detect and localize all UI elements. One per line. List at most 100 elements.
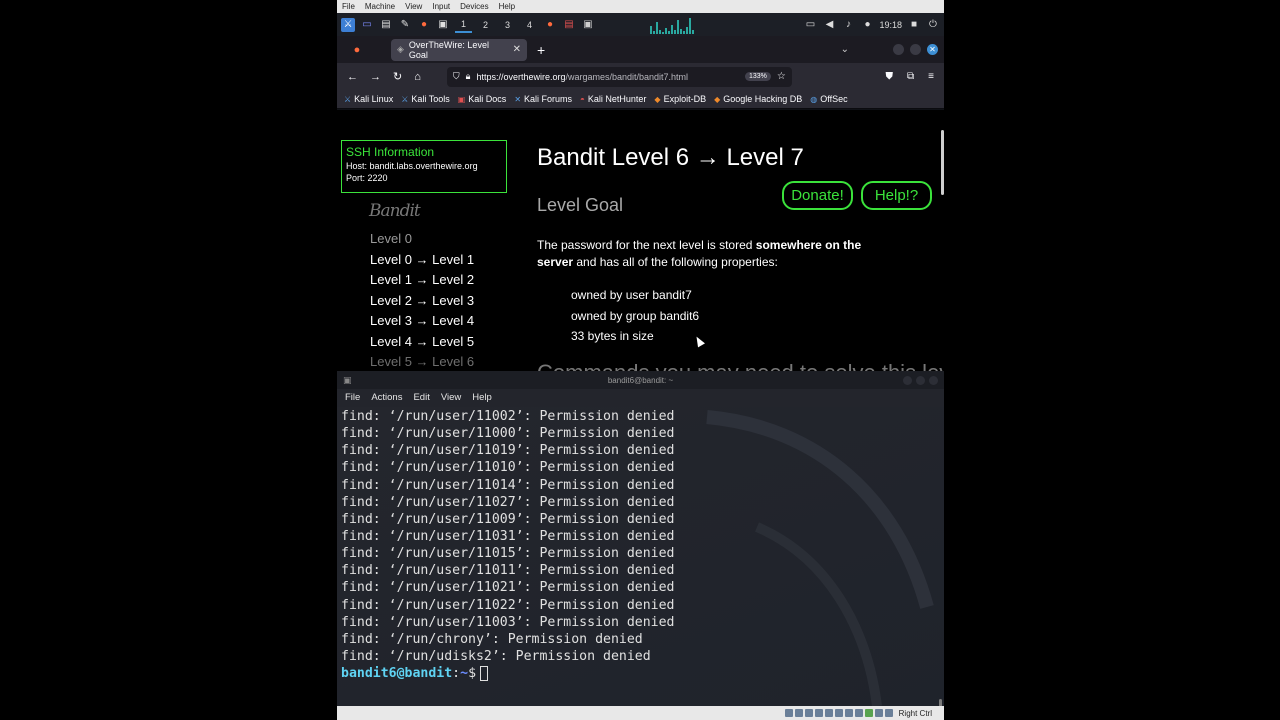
prompt-separator: : — [452, 666, 461, 682]
terminal-menu-file[interactable]: File — [345, 392, 360, 403]
url-host: https://overthewire.org — [476, 71, 566, 82]
next-section-heading: Commands you may need to solve this leve… — [537, 360, 944, 371]
bookmark-kali-forums[interactable]: ✕ Kali Forums — [514, 94, 572, 104]
app-menu-icon[interactable]: ≡ — [928, 71, 934, 82]
level-link[interactable]: Level 0 — [370, 229, 474, 250]
level-link[interactable]: Level 4 → Level 5 — [370, 332, 474, 353]
donate-button[interactable]: Donate! — [782, 181, 853, 210]
tab-overthewire[interactable]: ◈ OverTheWire: Level Goal ✕ — [391, 38, 527, 61]
terminal-icon[interactable]: ▣ — [436, 18, 450, 32]
mouse-integration-icon[interactable] — [874, 709, 883, 717]
page-scrollbar[interactable] — [941, 130, 944, 195]
recording-status-icon[interactable] — [854, 709, 863, 717]
bandit-logo[interactable]: Bandit — [369, 201, 421, 221]
power-icon[interactable]: ⏻ — [926, 18, 940, 32]
tracking-shield-icon[interactable]: ⛉ — [453, 71, 460, 82]
url-bar[interactable]: ⛉ 🔒︎ https://overthewire.org/wargames/ba… — [446, 66, 792, 87]
terminal-prompt-line[interactable]: bandit6@bandit:~$ — [341, 665, 944, 682]
browser-nav-bar: ← → ↻ ⌂ ⛉ 🔒︎ https://overthewire.org/war… — [337, 63, 944, 90]
network-status-icon[interactable] — [814, 709, 823, 717]
notification-bell-icon[interactable]: ♪ — [841, 18, 855, 32]
bookmark-kali-tools[interactable]: ⚔ Kali Tools — [401, 94, 450, 104]
cpu-status-icon[interactable] — [864, 709, 873, 717]
workspace-3[interactable]: 3 — [499, 18, 516, 32]
usb-status-icon[interactable] — [824, 709, 833, 717]
close-window-button[interactable]: ✕ — [927, 44, 938, 55]
ssh-info-box: SSH Information Host: bandit.labs.overth… — [341, 140, 507, 193]
bookmark-kali-nethunter[interactable]: ◓ Kali NetHunter — [580, 94, 646, 104]
workspace-1[interactable]: 1 — [455, 17, 472, 33]
help-button[interactable]: Help!? — [861, 181, 932, 210]
terminal-menu-actions[interactable]: Actions — [371, 392, 402, 403]
desktop-icon[interactable]: ▭ — [360, 18, 374, 32]
terminal-menu-view[interactable]: View — [441, 392, 461, 403]
forward-arrow-icon[interactable]: → — [370, 71, 381, 83]
workspace-2[interactable]: 2 — [477, 18, 494, 32]
hdd-status-icon[interactable] — [784, 709, 793, 717]
keyboard-status-icon[interactable] — [884, 709, 893, 717]
firefox-icon[interactable]: ● — [417, 18, 431, 32]
file-manager-icon[interactable]: ▤ — [379, 18, 393, 32]
webpage-content: SSH Information Host: bandit.labs.overth… — [337, 110, 944, 371]
vbox-menu-input[interactable]: Input — [432, 2, 450, 11]
vbox-menu-view[interactable]: View — [405, 2, 422, 11]
vbox-status-bar: Right Ctrl — [337, 706, 944, 720]
extensions-icon[interactable]: ⧉ — [907, 71, 914, 82]
vbox-menu-machine[interactable]: Machine — [365, 2, 395, 11]
back-arrow-icon[interactable]: ← — [347, 71, 358, 83]
vbox-menu-file[interactable]: File — [342, 2, 355, 11]
pocket-icon[interactable]: ⛊ — [886, 71, 894, 82]
bookmark-label: Kali Forums — [524, 94, 573, 104]
list-tabs-chevron-icon[interactable]: ⌄ — [841, 44, 849, 55]
vm-window: File Machine View Input Devices Help ⚔ ▭… — [337, 0, 944, 720]
level-link[interactable]: Level 1 → Level 2 — [370, 270, 474, 291]
terminal-titlebar[interactable]: ▣ bandit6@bandit: ~ — [337, 371, 944, 389]
maximize-button[interactable] — [910, 44, 921, 55]
bookmark-kali-linux[interactable]: ⚔ Kali Linux — [344, 94, 393, 104]
firefox-view-icon[interactable]: ● — [337, 36, 377, 63]
kali-top-panel: ⚔ ▭ ▤ ✎ ● ▣ 1 2 3 4 ● ▤ ▣ ▭ ◀ ♪ ● 19:18 … — [337, 13, 944, 36]
padlock-icon[interactable]: 🔒︎ — [466, 71, 471, 82]
level-link[interactable]: Level 2 → Level 3 — [370, 291, 474, 312]
taskbar-terminal-icon[interactable]: ▣ — [581, 18, 595, 32]
bookmark-exploit-db[interactable]: ◆ Exploit-DB — [654, 94, 706, 104]
audio-status-icon[interactable] — [804, 709, 813, 717]
display-status-icon[interactable] — [844, 709, 853, 717]
bookmark-kali-docs[interactable]: ▣ Kali Docs — [458, 94, 507, 104]
minimize-button[interactable] — [893, 44, 904, 55]
zoom-badge[interactable]: 133% — [745, 72, 771, 81]
new-tab-icon[interactable]: + — [537, 42, 545, 58]
volume-icon[interactable]: ◀ — [822, 18, 836, 32]
level-link[interactable]: Level 3 → Level 4 — [370, 311, 474, 332]
bookmark-star-icon[interactable]: ☆ — [777, 71, 786, 82]
lock-icon[interactable]: ■ — [907, 18, 921, 32]
vbox-menu-bar: File Machine View Input Devices Help — [337, 0, 944, 13]
vbox-menu-devices[interactable]: Devices — [460, 2, 488, 11]
display-icon[interactable]: ▭ — [803, 18, 817, 32]
kali-menu-icon[interactable]: ⚔ — [341, 17, 355, 32]
terminal-line: find: ‘/run/user/11002’: Permission deni… — [341, 409, 675, 424]
clock-icon: ● — [864, 19, 871, 30]
taskbar-editor-icon[interactable]: ▤ — [562, 18, 576, 32]
reload-icon[interactable]: ↻ — [393, 70, 402, 83]
terminal-menu-edit[interactable]: Edit — [413, 392, 429, 403]
terminal-menu-help[interactable]: Help — [472, 392, 492, 403]
level-link[interactable]: Level 0 → Level 1 — [370, 250, 474, 271]
bookmark-google-hacking-db[interactable]: ◆ Google Hacking DB — [714, 94, 802, 104]
taskbar-firefox-icon[interactable]: ● — [543, 18, 557, 32]
panel-clock[interactable]: 19:18 — [879, 20, 902, 30]
text-editor-icon[interactable]: ✎ — [398, 18, 412, 32]
bookmark-label: Exploit-DB — [663, 94, 707, 104]
terminal-output[interactable]: find: ‘/run/user/11002’: Permission deni… — [337, 407, 944, 706]
shared-folders-icon[interactable] — [834, 709, 843, 717]
text-cursor — [480, 665, 489, 681]
tab-close-icon[interactable]: ✕ — [513, 44, 521, 55]
terminal-scrollbar[interactable] — [939, 699, 942, 706]
workspace-4[interactable]: 4 — [521, 18, 538, 32]
bookmark-offsec[interactable]: ◍ OffSec — [810, 94, 847, 104]
vbox-menu-help[interactable]: Help — [499, 2, 515, 11]
home-icon[interactable]: ⌂ — [414, 71, 421, 83]
level-goal-heading: Level Goal — [537, 195, 624, 215]
level-link[interactable]: Level 5 → Level 6 — [370, 352, 474, 371]
optical-status-icon[interactable] — [794, 709, 803, 717]
